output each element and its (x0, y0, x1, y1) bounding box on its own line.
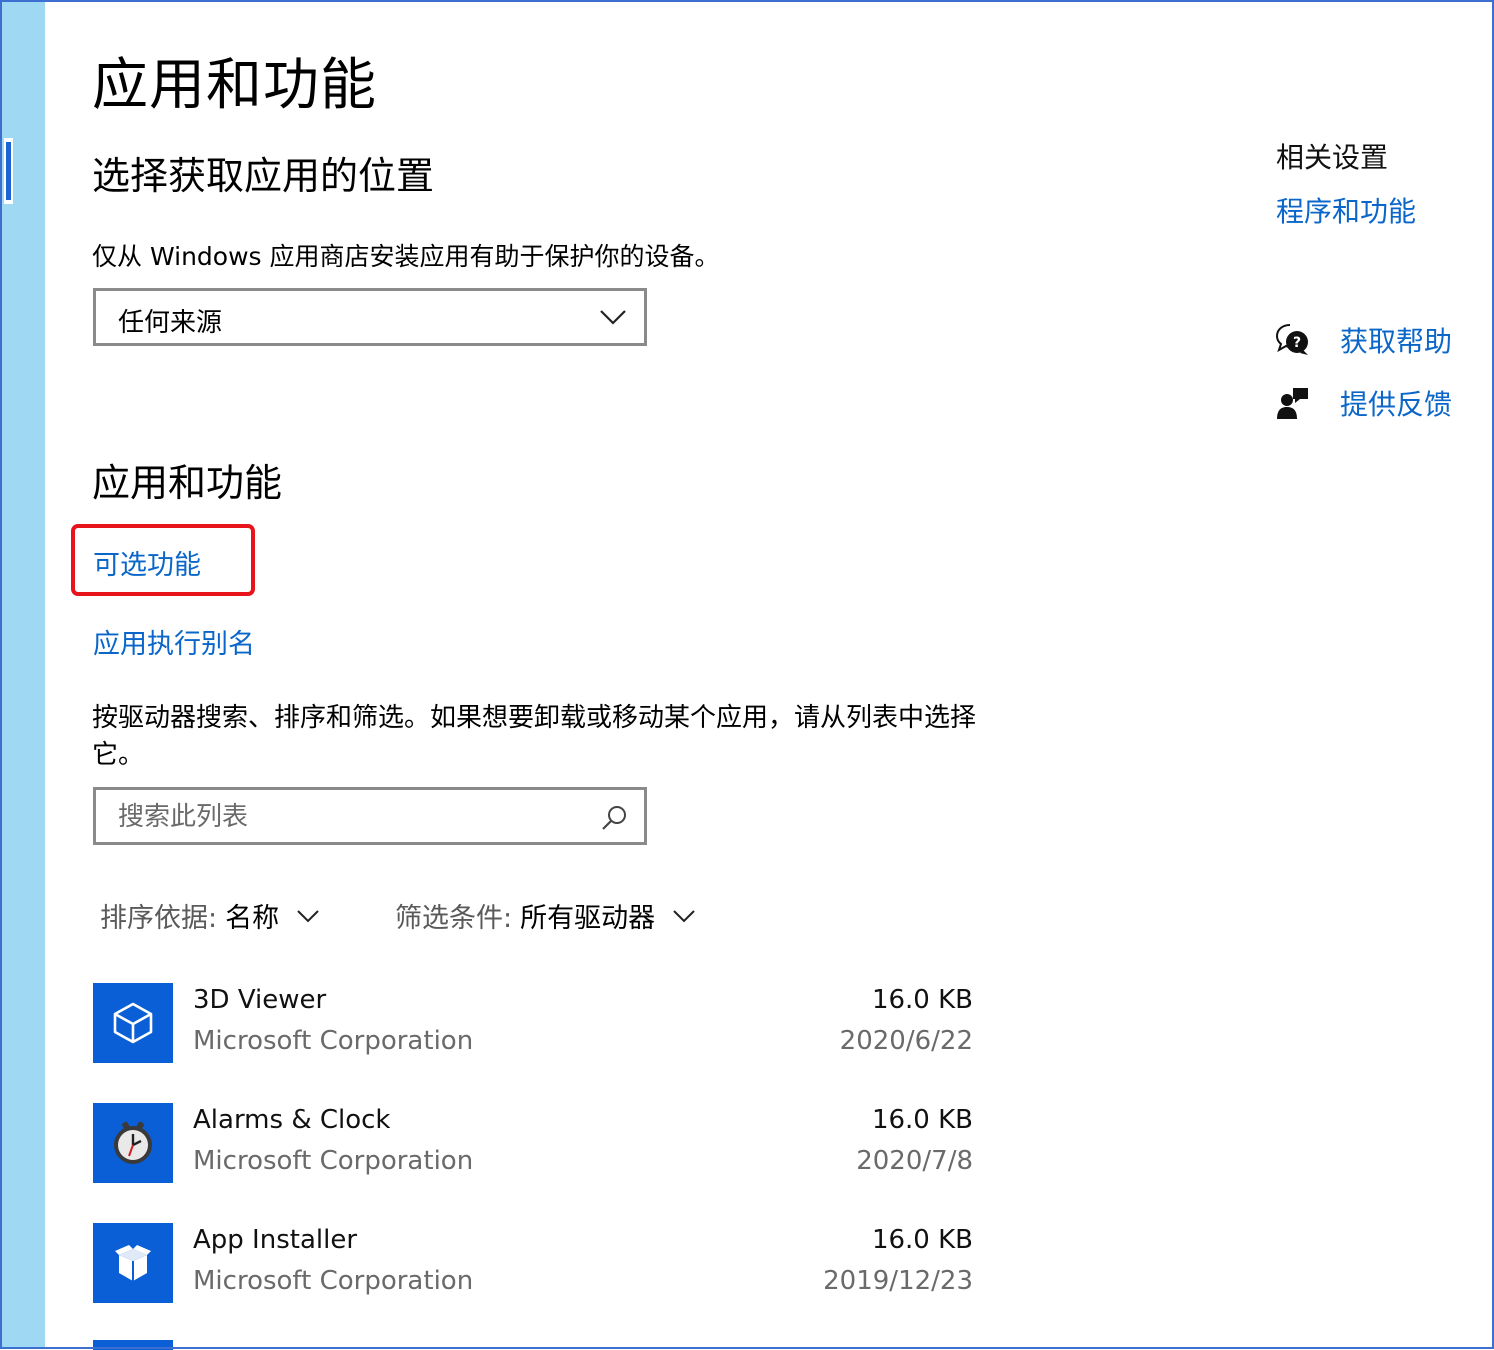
app-list-item[interactable]: 3D Viewer Microsoft Corporation 16.0 KB … (93, 983, 973, 1065)
app-list-item[interactable]: Alarms & Clock Microsoft Corporation 16.… (93, 1103, 973, 1185)
sort-value: 名称 (225, 903, 280, 934)
nav-selection-indicator[interactable] (6, 142, 11, 200)
search-box[interactable] (93, 787, 647, 845)
help-chat-icon: ? (1276, 324, 1308, 355)
install-source-heading: 选择获取应用的位置 (92, 154, 435, 198)
app-name: Alarms & Clock (193, 1105, 391, 1135)
search-input[interactable] (116, 798, 590, 836)
install-source-hint: 仅从 Windows 应用商店安装应用有助于保护你的设备。 (92, 242, 720, 271)
apps-features-heading: 应用和功能 (92, 461, 283, 505)
navigation-pane (2, 2, 45, 1347)
filter-value: 所有驱动器 (520, 903, 656, 934)
app-publisher: Microsoft Corporation (193, 1026, 474, 1056)
apps-description: 按驱动器搜索、排序和筛选。如果想要卸载或移动某个应用，请从列表中选择它。 (92, 703, 977, 770)
package-icon (93, 1223, 173, 1303)
app-size: 16.0 KB (871, 985, 973, 1015)
app-publisher: Microsoft Corporation (193, 1146, 474, 1176)
svg-text:?: ? (1293, 335, 1301, 351)
app-date: 2020/6/22 (839, 1026, 973, 1056)
give-feedback-link[interactable]: 提供反馈 (1276, 383, 1452, 423)
app-size: 16.0 KB (871, 1105, 973, 1135)
chevron-down-icon (673, 909, 695, 922)
sort-label: 排序依据: (100, 903, 218, 934)
cube-icon (93, 983, 173, 1063)
app-publisher: Microsoft Corporation (193, 1266, 474, 1296)
chevron-down-icon (600, 310, 626, 325)
get-help-label: 获取帮助 (1340, 325, 1453, 358)
app-size: 16.0 KB (871, 1225, 973, 1255)
search-icon (602, 806, 626, 830)
chevron-down-icon (297, 909, 319, 922)
app-list-item[interactable]: App Installer Microsoft Corporation 16.0… (93, 1223, 973, 1305)
app-date: 2020/7/8 (856, 1146, 973, 1176)
give-feedback-label: 提供反馈 (1340, 388, 1453, 421)
app-name: 3D Viewer (193, 985, 327, 1015)
programs-features-link[interactable]: 程序和功能 (1276, 190, 1416, 230)
related-settings-heading: 相关设置 (1276, 141, 1389, 174)
app-date: 2019/12/23 (823, 1266, 973, 1296)
page-title: 应用和功能 (92, 53, 377, 118)
filter-control[interactable]: 筛选条件: 所有驱动器 (395, 896, 695, 935)
sort-control[interactable]: 排序依据: 名称 (100, 896, 319, 935)
app-execution-aliases-link[interactable]: 应用执行别名 (93, 622, 255, 661)
dropdown-selected-value: 任何来源 (118, 308, 223, 338)
get-help-link[interactable]: ? 获取帮助 (1276, 320, 1452, 360)
optional-features-link[interactable]: 可选功能 (93, 543, 201, 582)
filter-label: 筛选条件: (395, 903, 513, 934)
clock-icon (93, 1103, 173, 1183)
install-source-dropdown[interactable]: 任何来源 (93, 288, 647, 346)
feedback-icon (1277, 388, 1308, 419)
app-name: App Installer (193, 1225, 358, 1255)
